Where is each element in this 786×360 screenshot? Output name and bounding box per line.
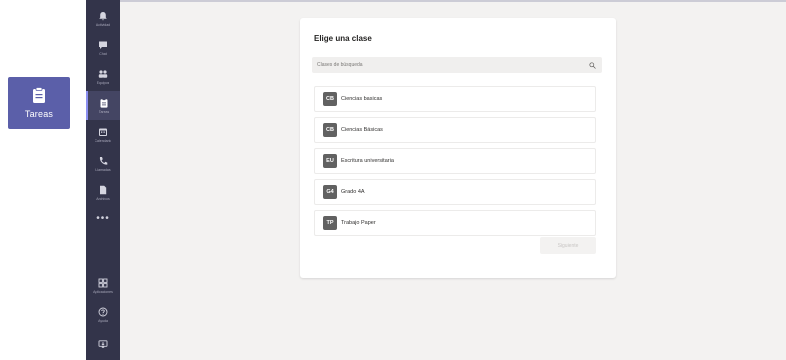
more-apps-button[interactable]: ••• [86,207,120,229]
help-icon [98,307,108,316]
class-initials-badge: CB [323,92,337,106]
chat-icon [99,41,107,49]
rail-item-chat[interactable]: Chat [86,33,120,62]
class-initials-badge: G4 [323,185,337,199]
phone-icon [99,156,108,165]
top-border [120,0,786,2]
class-initials-badge: EU [323,154,337,168]
class-item[interactable]: TP Trabajo Paper [314,210,596,236]
rail-item-help[interactable]: Ayuda [86,300,120,329]
dialog-title: Elige una clase [314,34,372,43]
class-item[interactable]: EU Escritura universitaria [314,148,596,174]
rail-item-device[interactable] [86,329,120,358]
rail-item-calendar[interactable]: Calendario [86,120,120,149]
assignments-icon [100,97,108,108]
class-search-box[interactable] [312,57,602,73]
more-icon: ••• [96,212,110,224]
class-item[interactable]: G4 Grado 4A [314,179,596,205]
assignments-icon [33,87,45,103]
files-icon [100,185,107,194]
rail-item-files[interactable]: Archivos [86,178,120,207]
class-search-input[interactable] [312,57,589,73]
class-name: Trabajo Paper [341,220,376,226]
search-icon [589,61,596,69]
class-item[interactable]: CB Ciencias basicas [314,86,596,112]
next-button[interactable]: Siguiente [540,237,596,254]
rail-item-calls[interactable]: Llamadas [86,149,120,178]
class-name: Ciencias Básicas [341,127,383,133]
device-icon [98,339,108,348]
class-list: CB Ciencias basicas CB Ciencias Básicas … [314,86,596,241]
zoomed-assignments-tile[interactable]: Tareas [8,77,70,129]
rail-label: Actividad [95,22,111,27]
rail-label: Chat [99,51,107,56]
apps-icon [98,278,108,287]
rail-label: Tareas [98,109,110,114]
calendar-icon [99,128,107,136]
rail-item-teams[interactable]: Equipos [86,62,120,91]
class-name: Escritura universitaria [341,158,394,164]
rail-label: Equipos [96,80,110,85]
rail-label: Aplicaciones [93,289,113,294]
rail-item-assignments[interactable]: Tareas [86,91,120,120]
class-item[interactable]: CB Ciencias Básicas [314,117,596,143]
main-canvas: Elige una clase CB Ciencias basicas CB C… [120,0,786,360]
zoomed-tile-label: Tareas [24,109,54,119]
rail-item-activity[interactable]: Actividad [86,4,120,33]
rail-label: Ayuda [98,318,108,323]
rail-label: Llamadas [95,167,111,172]
rail-item-apps[interactable]: Aplicaciones [86,271,120,300]
class-name: Grado 4A [341,189,365,195]
class-initials-badge: CB [323,123,337,137]
app-rail: Actividad Chat Equipos Tareas Calendario… [86,0,120,360]
bell-icon [99,11,107,20]
choose-class-dialog: Elige una clase CB Ciencias basicas CB C… [300,18,616,278]
class-name: Ciencias basicas [341,96,383,102]
teams-icon [98,69,108,78]
class-initials-badge: TP [323,216,337,230]
rail-label: Calendario [94,138,112,143]
rail-label: Archivos [96,196,110,201]
